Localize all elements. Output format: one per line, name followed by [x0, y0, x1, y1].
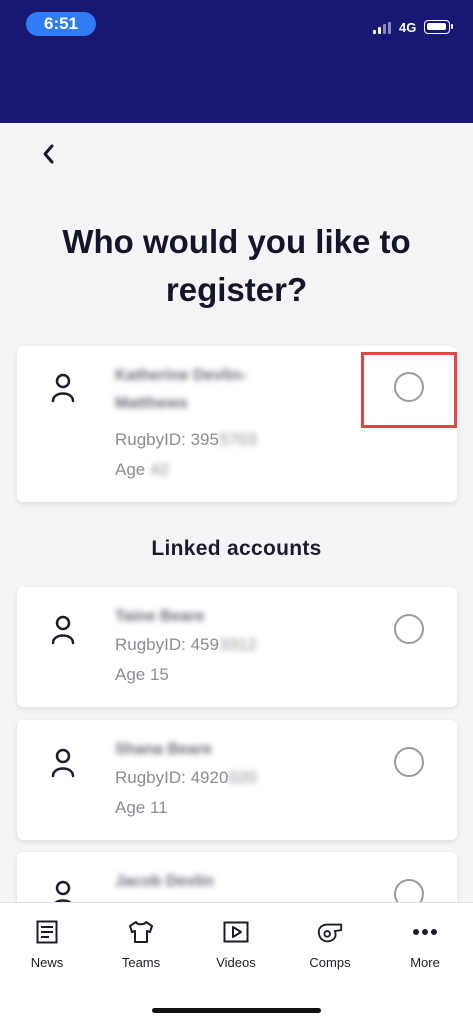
select-radio[interactable] — [394, 614, 424, 644]
tab-label: Teams — [121, 955, 161, 970]
account-name: Taine Beare — [115, 608, 205, 625]
rugby-id-label: RugbyID: 459 — [115, 635, 219, 654]
person-icon — [51, 748, 75, 778]
linked-account-card[interactable]: Taine Beare RugbyID: 4593312 Age 15 — [17, 587, 457, 707]
linked-account-card[interactable]: Shana Beare RugbyID: 4920020 Age 11 — [17, 720, 457, 840]
cellular-signal-icon — [373, 22, 393, 34]
network-type: 4G — [399, 20, 417, 35]
rugby-id: RugbyID: 4920020 — [115, 768, 257, 788]
rugby-id-label: RugbyID: 4920 — [115, 768, 229, 787]
highlight-box — [361, 352, 457, 428]
chevron-left-icon — [43, 144, 54, 164]
rugby-id-hidden: 5703 — [218, 430, 257, 449]
news-icon — [33, 919, 61, 945]
status-bar: 6:51 4G — [0, 0, 473, 46]
more-icon — [411, 919, 439, 945]
select-radio[interactable] — [394, 747, 424, 777]
tab-label: More — [410, 955, 440, 970]
age-hidden: 42 — [149, 460, 169, 479]
tab-label: Videos — [216, 955, 256, 970]
rugby-id-label: RugbyID: 395 — [115, 430, 219, 449]
app-header — [0, 46, 473, 123]
rugby-id-hidden: 3312 — [218, 635, 257, 654]
tab-teams[interactable]: Teams — [94, 903, 188, 983]
video-icon — [222, 919, 250, 945]
account-name-line1: Katherine Devlin- — [115, 367, 247, 384]
person-icon — [51, 373, 75, 403]
person-icon — [51, 615, 75, 645]
rugby-id: RugbyID: 4593312 — [115, 635, 257, 655]
whistle-icon — [316, 919, 344, 945]
tab-label: News — [30, 955, 64, 970]
account-name: Jacob Devlin — [115, 873, 214, 890]
jersey-icon — [127, 919, 155, 945]
age: Age 15 — [115, 665, 169, 684]
account-name-line2: Matthews — [115, 395, 188, 412]
back-button[interactable] — [30, 138, 66, 170]
linked-accounts-heading: Linked accounts — [151, 537, 322, 560]
account-name: Shana Beare — [115, 741, 212, 758]
rugby-id: RugbyID: 3955703 — [115, 430, 257, 450]
age-label: Age — [115, 460, 146, 479]
home-indicator[interactable] — [152, 1008, 321, 1013]
age: Age 42 — [115, 460, 169, 480]
account-name: Katherine Devlin- Matthews — [115, 362, 315, 418]
tab-news[interactable]: News — [0, 903, 94, 983]
battery-icon — [424, 20, 453, 34]
rugby-id-hidden: 020 — [228, 768, 257, 787]
tab-videos[interactable]: Videos — [189, 903, 283, 983]
tab-bar: News Teams Videos Comps More — [0, 902, 473, 1023]
tab-label: Comps — [309, 955, 351, 970]
status-time: 6:51 — [26, 12, 96, 36]
tab-comps[interactable]: Comps — [283, 903, 377, 983]
tab-more[interactable]: More — [378, 903, 472, 983]
page-title: Who would you like to register? — [62, 223, 411, 308]
age: Age 11 — [115, 798, 168, 817]
